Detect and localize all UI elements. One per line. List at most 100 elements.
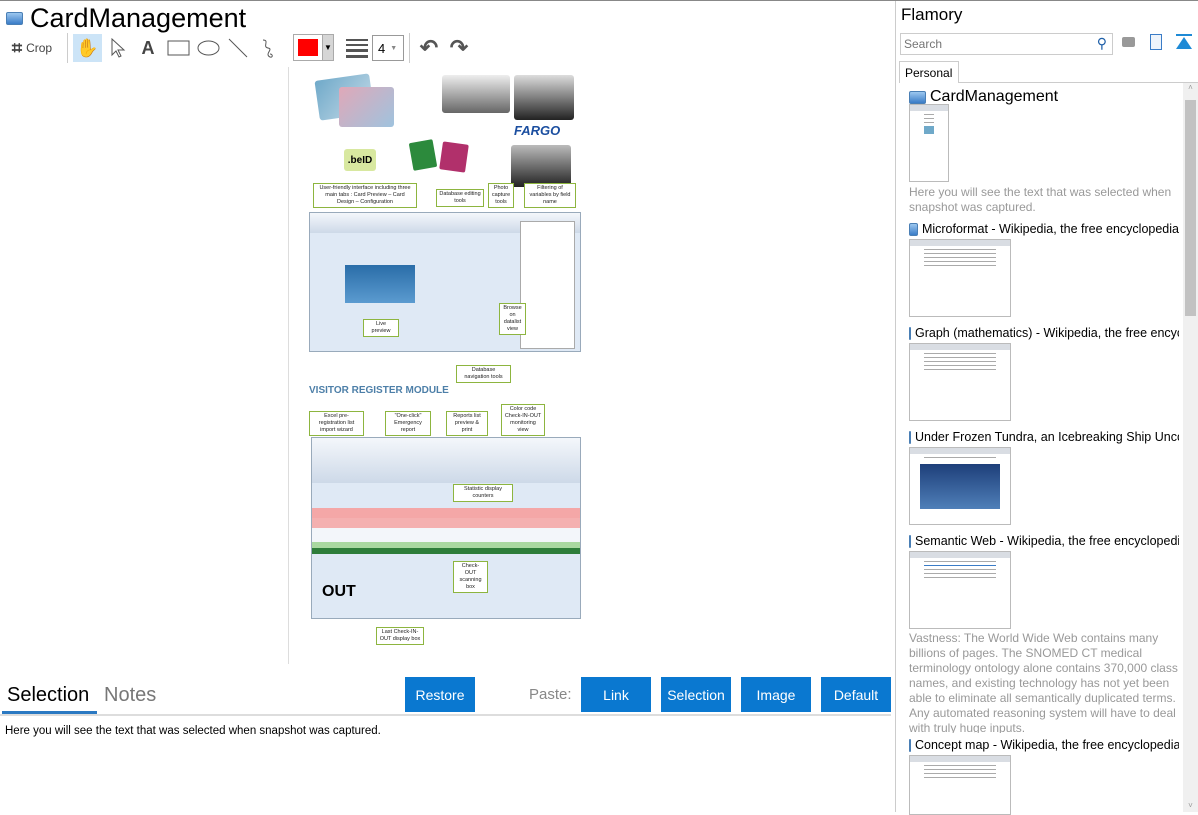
thumbnail[interactable] xyxy=(909,239,1011,317)
item-title: Under Frozen Tundra, an Icebreaking Ship… xyxy=(915,430,1179,444)
undo-icon: ↶ xyxy=(419,35,439,60)
scrollbar-thumb[interactable] xyxy=(1185,100,1196,316)
fargo-logo: FARGO xyxy=(514,123,561,138)
section-heading: VISITOR REGISTER MODULE xyxy=(309,385,449,396)
paste-link-button[interactable]: Link xyxy=(581,677,651,712)
divider xyxy=(959,82,1198,83)
list-item[interactable]: Semantic Web - Wikipedia, the free encyc… xyxy=(909,534,1179,548)
ellipse-icon xyxy=(197,40,219,56)
paste-label: Paste: xyxy=(529,686,572,703)
freehand-tool-button[interactable] xyxy=(256,34,280,62)
excel-icon xyxy=(408,139,438,171)
hand-tool-button[interactable]: ✋ xyxy=(73,34,102,62)
thumbnail[interactable] xyxy=(909,551,1011,629)
freehand-icon xyxy=(262,39,273,58)
selection-text: Here you will see the text that was sele… xyxy=(5,725,381,737)
rectangle-tool-button[interactable] xyxy=(165,34,191,62)
thumbnail[interactable] xyxy=(909,755,1011,815)
rectangle-icon xyxy=(167,40,189,56)
color-picker[interactable]: ▼ xyxy=(293,34,334,61)
scroll-down-icon[interactable]: ˅ xyxy=(1183,801,1198,810)
line-width-icon xyxy=(346,39,368,58)
thumbnail[interactable] xyxy=(909,104,949,182)
scrollbar[interactable]: ˄ ˅ xyxy=(1183,83,1198,812)
callout: Database editing tools xyxy=(436,189,484,207)
list-item[interactable]: Under Frozen Tundra, an Icebreaking Ship… xyxy=(909,430,1179,444)
search-icon[interactable]: ⚲ xyxy=(1097,35,1107,52)
search-box[interactable]: ⚲ xyxy=(900,33,1113,55)
text-icon: A xyxy=(141,37,155,58)
callout: User-friendly interface including three … xyxy=(313,183,417,208)
printer-image xyxy=(514,75,574,120)
item-title: Graph (mathematics) - Wikipedia, the fre… xyxy=(915,326,1179,340)
hand-icon: ✋ xyxy=(76,37,99,58)
tab-selection[interactable]: Selection xyxy=(7,684,89,707)
text-tool-button[interactable]: A xyxy=(136,34,160,62)
list-item[interactable]: CardManagement xyxy=(909,88,1179,106)
printer-image xyxy=(442,75,510,113)
list-item[interactable]: Concept map - Wikipedia, the free encycl… xyxy=(909,738,1179,752)
paste-default-button[interactable]: Default xyxy=(821,677,891,712)
crop-label: Crop xyxy=(26,41,53,55)
callout: Check-OUT scanning box xyxy=(453,561,488,593)
camera-icon[interactable] xyxy=(1122,37,1135,47)
list-item[interactable]: Microformat - Wikipedia, the free encycl… xyxy=(909,222,1179,236)
out-label: OUT xyxy=(322,583,356,600)
chevron-down-icon: ▼ xyxy=(390,44,398,52)
crop-icon: ⌗ xyxy=(11,37,23,58)
thumbnail[interactable] xyxy=(909,447,1011,525)
search-input[interactable] xyxy=(901,34,1086,54)
chevron-down-icon: ▼ xyxy=(322,35,333,60)
tab-notes[interactable]: Notes xyxy=(104,684,156,707)
scroll-up-icon[interactable]: ˄ xyxy=(1183,83,1198,92)
paste-selection-button[interactable]: Selection xyxy=(661,677,731,712)
toolbar-divider xyxy=(409,33,410,63)
page-icon xyxy=(909,90,926,104)
item-title: CardManagement xyxy=(930,88,1059,105)
beid-logo: .beID xyxy=(344,149,376,171)
arrow-cursor-icon xyxy=(111,38,126,58)
panel-divider xyxy=(895,1,896,812)
thumbnail[interactable] xyxy=(909,343,1011,421)
callout: Database navigation tools xyxy=(456,365,511,383)
app-screenshot xyxy=(309,212,581,352)
page-icon xyxy=(909,430,911,444)
snapshot-image[interactable]: FARGO .beID User-friendly interface incl… xyxy=(288,67,601,664)
toolbar-divider xyxy=(67,33,68,63)
page-icon xyxy=(909,738,911,752)
page-icon xyxy=(909,326,911,340)
redo-button[interactable]: ↷ xyxy=(446,34,472,62)
id-card-image xyxy=(339,87,394,127)
document-icon[interactable] xyxy=(1150,34,1162,50)
undo-button[interactable]: ↶ xyxy=(416,34,442,62)
collapse-top-icon[interactable] xyxy=(1176,34,1192,50)
divider xyxy=(0,714,891,716)
tab-personal[interactable]: Personal xyxy=(899,61,959,83)
line-width-value: 4 xyxy=(378,40,386,56)
paste-image-button[interactable]: Image xyxy=(741,677,811,712)
callout: Color code Check-IN-OUT monitoring view xyxy=(501,404,545,436)
restore-button[interactable]: Restore xyxy=(405,677,475,712)
app-screenshot: OUT xyxy=(311,437,581,619)
line-width-select[interactable]: 4 ▼ xyxy=(372,35,404,61)
crop-button[interactable]: ⌗ Crop xyxy=(6,34,58,62)
callout: Excel pre-registration list import wizar… xyxy=(309,411,364,436)
line-tool-button[interactable] xyxy=(226,34,250,62)
printer-image xyxy=(511,145,571,187)
ellipse-tool-button[interactable] xyxy=(195,34,221,62)
sidebar-title: Flamory xyxy=(901,5,963,24)
app-icon xyxy=(6,12,23,25)
callout: "One-click" Emergency report xyxy=(385,411,431,436)
list-item[interactable]: Graph (mathematics) - Wikipedia, the fre… xyxy=(909,326,1179,340)
item-title: Microformat - Wikipedia, the free encycl… xyxy=(921,222,1179,236)
callout: Browse on datalist view xyxy=(499,303,526,335)
item-description: Here you will see the text that was sele… xyxy=(909,185,1172,214)
select-tool-button[interactable] xyxy=(106,34,130,62)
item-title: Concept map - Wikipedia, the free encycl… xyxy=(915,738,1179,752)
callout: Reports list preview & print xyxy=(446,411,488,436)
window-title: CardManagement xyxy=(30,3,247,33)
access-icon xyxy=(439,141,469,173)
redo-icon: ↷ xyxy=(449,35,469,60)
callout: Last Check-IN-OUT display box xyxy=(376,627,424,645)
item-title: Semantic Web - Wikipedia, the free encyc… xyxy=(915,534,1179,548)
